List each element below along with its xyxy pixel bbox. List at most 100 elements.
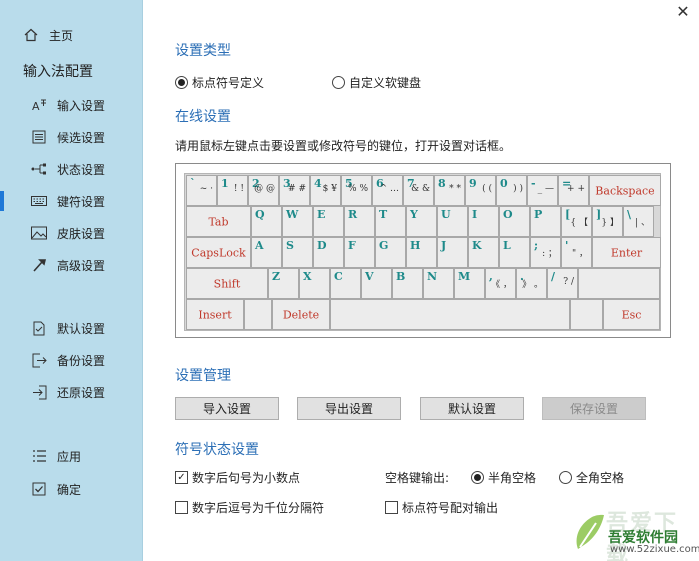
close-icon[interactable]: ✕ xyxy=(675,4,691,20)
key-capslock[interactable]: CapsLock xyxy=(186,237,251,268)
sidebar-item-restore[interactable]: 还原设置 xyxy=(0,378,143,406)
key-space[interactable] xyxy=(330,299,570,330)
key--[interactable]: - _ — xyxy=(527,175,558,206)
key-n[interactable]: N xyxy=(423,268,454,299)
key-4[interactable]: 4 $ ¥ xyxy=(310,175,341,206)
key-delete[interactable]: Delete xyxy=(272,299,330,330)
sidebar-item-keysymbol[interactable]: 键符设置 xyxy=(0,187,143,215)
key-s[interactable]: S xyxy=(282,237,313,268)
sidebar-item-label: 候选设置 xyxy=(57,130,106,145)
key-z[interactable]: Z xyxy=(268,268,299,299)
key-blank[interactable] xyxy=(244,299,272,330)
key-w[interactable]: W xyxy=(282,206,313,237)
key-label: Backspace xyxy=(595,184,655,197)
key-8[interactable]: 8 * * xyxy=(434,175,465,206)
key-u[interactable]: U xyxy=(437,206,468,237)
sidebar-item-apply[interactable]: 应用 xyxy=(0,442,143,470)
key-d[interactable]: D xyxy=(313,237,344,268)
default-button[interactable]: 默认设置 xyxy=(420,397,524,420)
sidebar-item-candidate[interactable]: 候选设置 xyxy=(0,123,143,151)
key-p[interactable]: P xyxy=(530,206,561,237)
key-symbol[interactable]: / ? / xyxy=(547,268,578,299)
key-esc[interactable]: Esc xyxy=(603,299,660,330)
key-0[interactable]: 0) ) xyxy=(496,175,527,206)
key-insert[interactable]: Insert xyxy=(186,299,244,330)
sidebar-item-confirm[interactable]: 确定 xyxy=(0,475,143,503)
key-i[interactable]: I xyxy=(468,206,499,237)
key-2[interactable]: 2 @ @ xyxy=(248,175,279,206)
check-paired-punctuation[interactable]: 标点符号配对输出 xyxy=(385,499,498,516)
advanced-icon xyxy=(31,257,47,273)
check-decimal-point[interactable]: ✓ 数字后句号为小数点 xyxy=(175,469,300,486)
key-a[interactable]: A xyxy=(251,237,282,268)
key-shift-chars: 》 。 xyxy=(522,280,543,290)
key-c[interactable]: C xyxy=(330,268,361,299)
key-`[interactable]: ` ~ · xyxy=(186,175,217,206)
key-backspace[interactable]: Backspace xyxy=(589,175,661,206)
radio-label: 标点符号定义 xyxy=(192,76,265,90)
radio-softkeyboard[interactable]: 自定义软键盘 xyxy=(332,74,421,91)
key-symbol[interactable]: \ | 、 xyxy=(623,206,654,237)
key-6[interactable]: 6 ^ … xyxy=(372,175,403,206)
key-m[interactable]: M xyxy=(454,268,485,299)
key-g[interactable]: G xyxy=(375,237,406,268)
radio-label: 全角空格 xyxy=(576,471,625,485)
key-x[interactable]: X xyxy=(299,268,330,299)
key-symbol[interactable]: ' " ， xyxy=(561,237,592,268)
sidebar-item-skin[interactable]: 皮肤设置 xyxy=(0,219,143,247)
key-main-char: S xyxy=(286,239,294,252)
key-blank[interactable] xyxy=(578,268,660,299)
key-q[interactable]: Q xyxy=(251,206,282,237)
sidebar-item-home[interactable]: 主页 xyxy=(0,21,143,49)
key-y[interactable]: Y xyxy=(406,206,437,237)
import-button[interactable]: 导入设置 xyxy=(175,397,279,420)
key-r[interactable]: R xyxy=(344,206,375,237)
key-v[interactable]: V xyxy=(361,268,392,299)
sidebar-item-input[interactable]: A 输入设置 xyxy=(0,91,143,119)
keyboard-icon xyxy=(31,193,47,209)
key-f[interactable]: F xyxy=(344,237,375,268)
sidebar-item-status[interactable]: 状态设置 xyxy=(0,155,143,183)
key-o[interactable]: O xyxy=(499,206,530,237)
key-blank[interactable] xyxy=(570,299,603,330)
radio-label: 自定义软键盘 xyxy=(349,76,422,90)
key-shift[interactable]: Shift xyxy=(186,268,268,299)
export-button[interactable]: 导出设置 xyxy=(297,397,401,420)
key-b[interactable]: B xyxy=(392,268,423,299)
sidebar-item-backup[interactable]: 备份设置 xyxy=(0,346,143,374)
key-1[interactable]: 1 ! ! xyxy=(217,175,248,206)
radio-punctuation[interactable]: 标点符号定义 xyxy=(175,74,264,91)
key-j[interactable]: J xyxy=(437,237,468,268)
key-tab[interactable]: Tab xyxy=(186,206,251,237)
radio-fullwidth-space[interactable]: 全角空格 xyxy=(559,469,624,486)
key-7[interactable]: 7 & & xyxy=(403,175,434,206)
key-k[interactable]: K xyxy=(468,237,499,268)
check-thousands-separator[interactable]: 数字后逗号为千位分隔符 xyxy=(175,499,324,516)
key-symbol[interactable]: ]} 】 xyxy=(592,206,623,237)
key-symbol[interactable]: [{ 【 xyxy=(561,206,592,237)
key-t[interactable]: T xyxy=(375,206,406,237)
key-shift-chars: ) ) xyxy=(513,184,523,194)
radio-halfwidth-space[interactable]: 半角空格 xyxy=(471,469,536,486)
key-h[interactable]: H xyxy=(406,237,437,268)
key-l[interactable]: L xyxy=(499,237,530,268)
sidebar-item-default[interactable]: 默认设置 xyxy=(0,314,143,342)
key-9[interactable]: 9 ( ( xyxy=(465,175,496,206)
key-shift-chars: 《 ， xyxy=(491,280,512,290)
key-e[interactable]: E xyxy=(313,206,344,237)
key-label: Insert xyxy=(198,308,232,321)
key-shift-chars: ? / xyxy=(563,277,574,287)
sidebar-item-advanced[interactable]: 高级设置 xyxy=(0,251,143,279)
key-enter[interactable]: Enter xyxy=(592,237,661,268)
key-main-char: T xyxy=(379,208,388,221)
key-symbol[interactable]: ;: ； xyxy=(530,237,561,268)
key-=[interactable]: = + + xyxy=(558,175,589,206)
key-symbol[interactable]: , 《 ， xyxy=(485,268,516,299)
sidebar-item-label: 应用 xyxy=(57,449,82,464)
section-title-symbol: 符号状态设置 xyxy=(175,442,259,458)
key-5[interactable]: 5% % xyxy=(341,175,372,206)
save-button: 保存设置 xyxy=(542,397,646,420)
key-symbol[interactable]: . 》 。 xyxy=(516,268,547,299)
svg-text:A: A xyxy=(32,100,40,113)
key-3[interactable]: 3 # # xyxy=(279,175,310,206)
